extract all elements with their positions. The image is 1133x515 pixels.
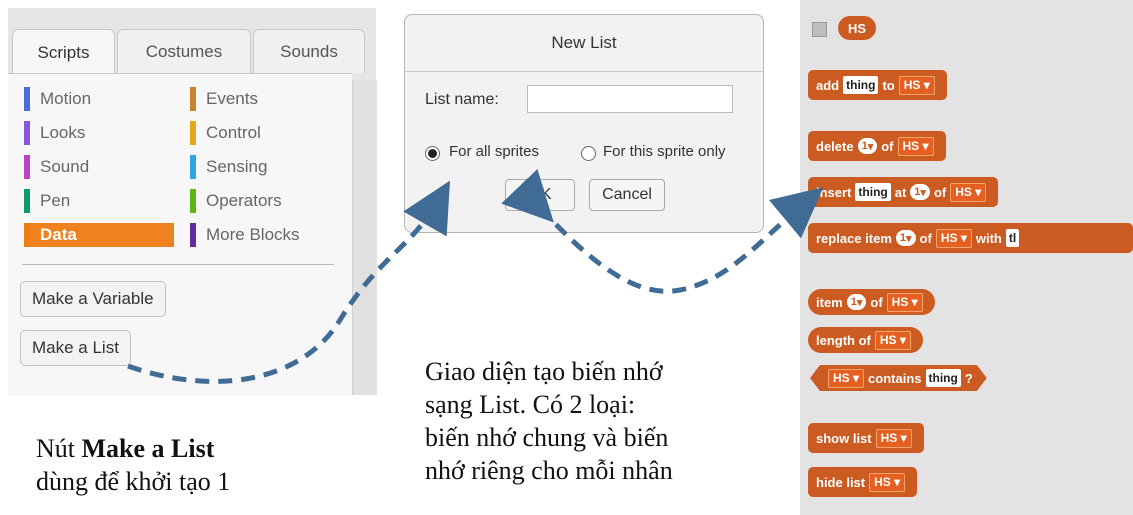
events-color-swatch [190, 87, 196, 111]
caption-list-dialog: Giao diện tạo biến nhớ sạng List. Có 2 l… [425, 357, 673, 485]
category-sensing[interactable]: Sensing [190, 155, 340, 179]
make-variable-button[interactable]: Make a Variable [20, 281, 166, 317]
sound-color-swatch [24, 155, 30, 179]
sensing-color-swatch [190, 155, 196, 179]
delete-of-list-block[interactable]: delete 1 ▾ of HS ▾ [808, 131, 946, 161]
dialog-title: New List [405, 15, 763, 72]
ok-button[interactable]: OK [505, 179, 575, 211]
list-name-input[interactable] [527, 85, 733, 113]
category-motion[interactable]: Motion [24, 87, 174, 111]
for-this-sprite-only-label: For this sprite only [603, 143, 726, 160]
for-all-sprites-label: For all sprites [449, 143, 540, 160]
list-contains-predicate[interactable]: HS ▾ contains thing? [810, 365, 987, 391]
category-divider [22, 264, 334, 265]
category-looks[interactable]: Looks [24, 121, 174, 145]
control-color-swatch [190, 121, 196, 145]
category-more-blocks[interactable]: More Blocks [190, 223, 340, 247]
category-data[interactable]: Data [24, 223, 174, 247]
list-checkbox[interactable] [812, 22, 827, 37]
looks-color-swatch [24, 121, 30, 145]
category-control[interactable]: Control [190, 121, 340, 145]
replace-item-block[interactable]: replace item 1 ▾ of HS ▾ with tl [808, 223, 1133, 253]
palette-panel: Scripts Costumes Sounds Motion Looks Sou… [8, 8, 377, 396]
more-blocks-color-swatch [190, 223, 196, 247]
item-of-list-reporter[interactable]: item 1 ▾ of HS ▾ [808, 289, 935, 315]
data-color-swatch [24, 223, 30, 247]
caption-bold-term: Make a List [81, 434, 215, 463]
new-list-dialog: New List List name: For all sprites For … [404, 14, 764, 233]
radio-for-all-sprites[interactable] [425, 146, 440, 161]
caption-make-a-list: Nút Make a List dùng để khởi tạo 1 [36, 434, 231, 496]
category-area: Motion Looks Sound Pen Data Events Contr… [8, 73, 352, 396]
tab-scripts[interactable]: Scripts [12, 29, 115, 75]
list-name-label: List name: [425, 91, 499, 108]
category-events[interactable]: Events [190, 87, 340, 111]
cancel-button[interactable]: Cancel [589, 179, 665, 211]
show-list-block[interactable]: show list HS ▾ [808, 423, 924, 453]
add-to-list-block[interactable]: add thing to HS ▾ [808, 70, 947, 100]
category-operators[interactable]: Operators [190, 189, 340, 213]
hide-list-block[interactable]: hide list HS ▾ [808, 467, 918, 497]
script-area-edge [352, 80, 377, 395]
make-list-button[interactable]: Make a List [20, 330, 131, 366]
pen-color-swatch [24, 189, 30, 213]
tab-sounds[interactable]: Sounds [253, 29, 365, 73]
tab-costumes[interactable]: Costumes [117, 29, 251, 73]
category-pen[interactable]: Pen [24, 189, 174, 213]
category-sound[interactable]: Sound [24, 155, 174, 179]
list-reporter-block[interactable]: HS [838, 16, 877, 40]
operators-color-swatch [190, 189, 196, 213]
radio-for-this-sprite-only[interactable] [581, 146, 596, 161]
length-of-list-reporter[interactable]: length of HS ▾ [808, 327, 923, 353]
motion-color-swatch [24, 87, 30, 111]
insert-at-of-list-block[interactable]: insert thing at 1 ▾ of HS ▾ [808, 177, 999, 207]
